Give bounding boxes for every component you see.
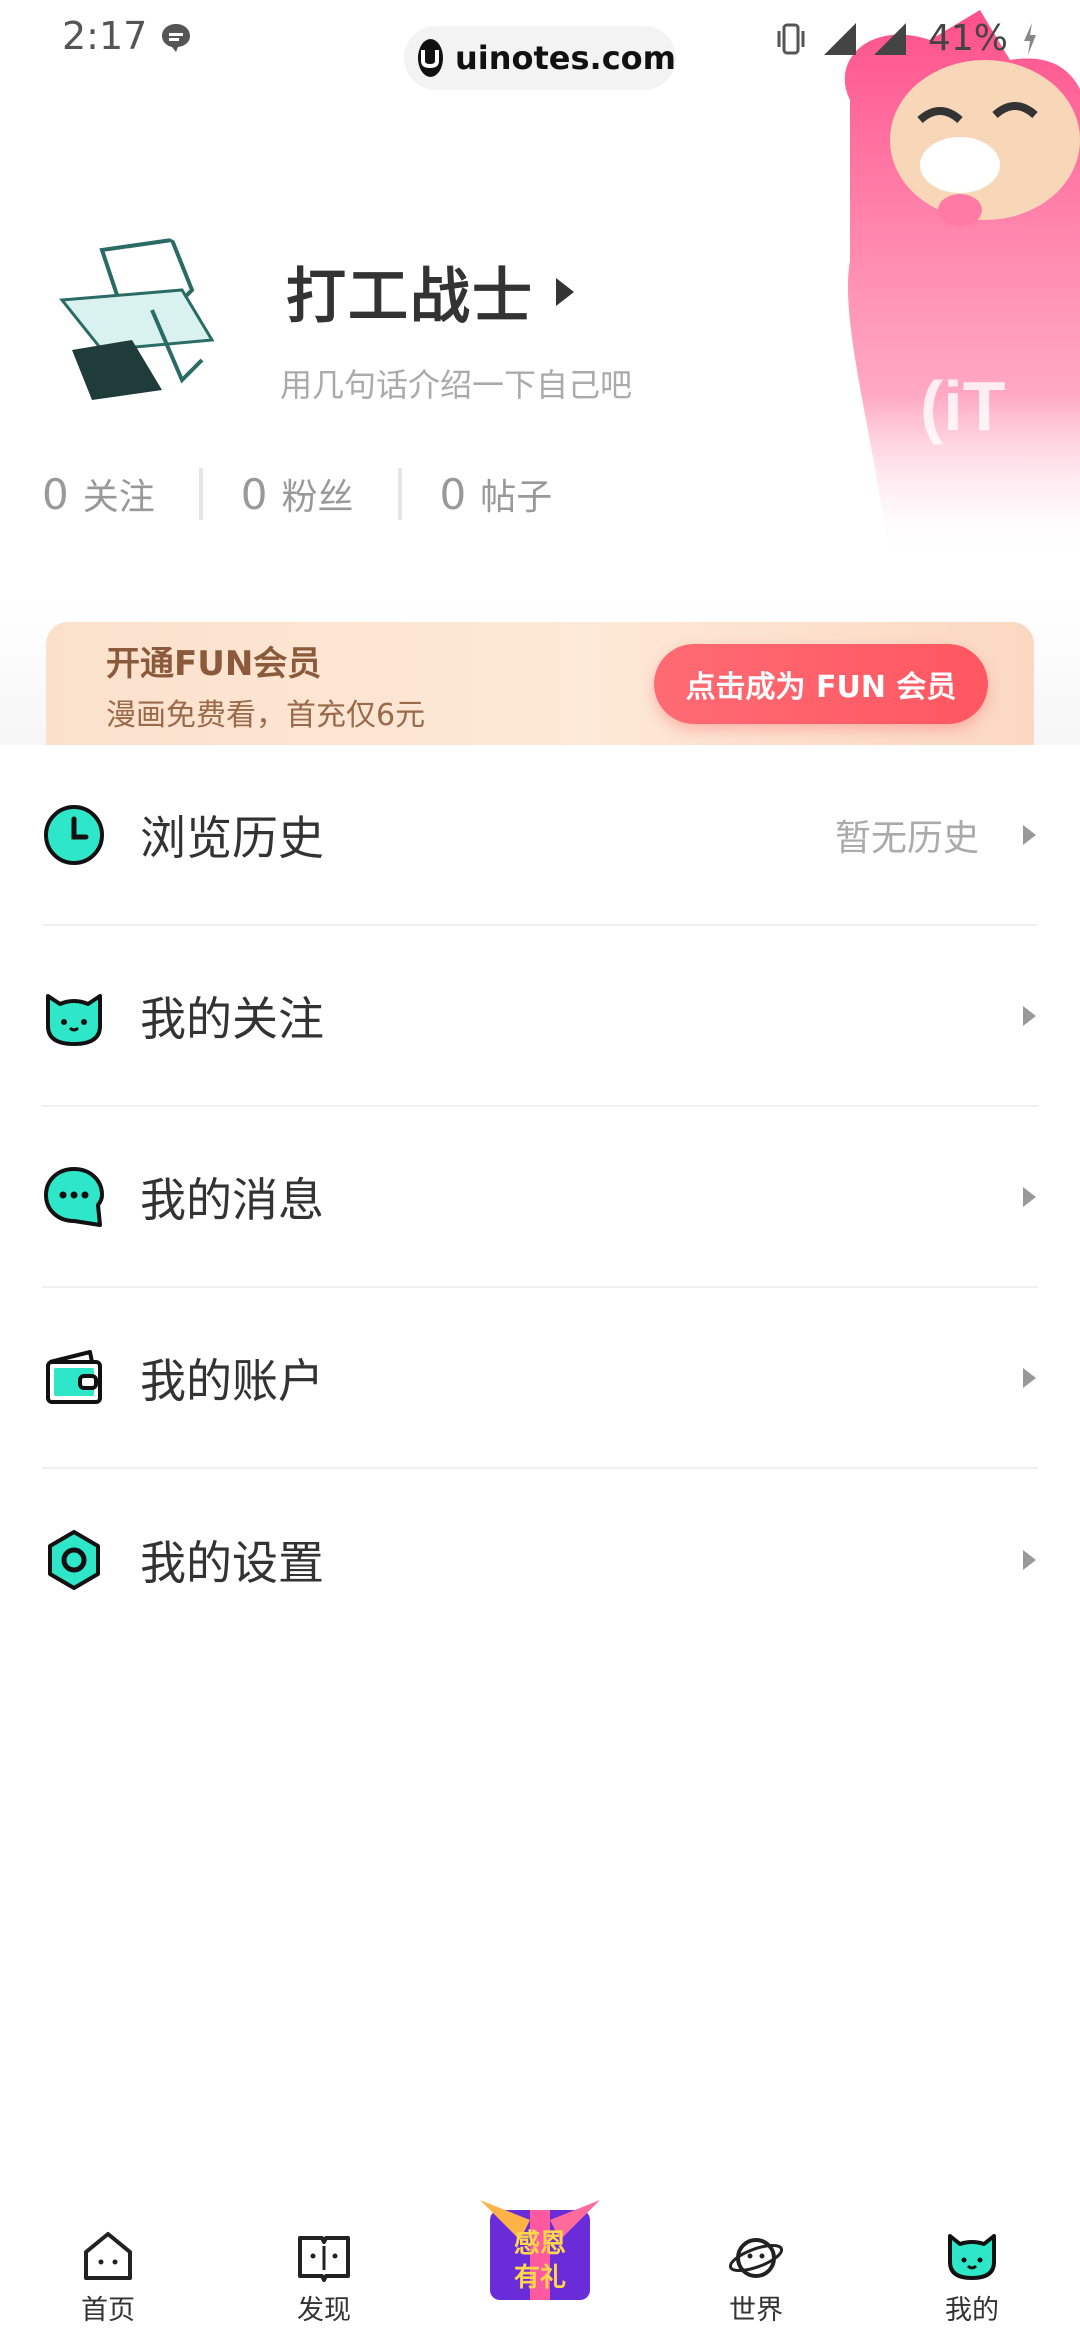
vip-title: 开通FUN会员: [106, 644, 322, 684]
stat-divider: [397, 468, 402, 520]
chevron-right-icon: [1023, 1549, 1036, 1570]
promo-text-line1: 感恩: [514, 2228, 566, 2258]
nav-tab-home[interactable]: 首页: [0, 2200, 216, 2340]
stat-following-label: 关注: [82, 477, 155, 518]
vibrate-icon: [777, 23, 805, 54]
vip-subtitle: 漫画免费看，首充仅6元: [106, 698, 426, 733]
chevron-right-icon: [1023, 1005, 1036, 1026]
menu-list: 浏览历史 暂无历史 我的关注 我的消息 我的账户 我的设置: [0, 745, 1080, 1650]
charging-icon: [1024, 22, 1036, 55]
stat-divider: [198, 468, 203, 520]
profile-stats: 0 关注 0 粉丝 0 帖子: [42, 468, 552, 520]
stat-following-count: 0: [42, 470, 69, 519]
menu-item-settings[interactable]: 我的设置: [42, 1469, 1038, 1650]
menu-item-messages[interactable]: 我的消息: [42, 1107, 1038, 1288]
menu-item-history[interactable]: 浏览历史 暂无历史: [42, 745, 1038, 926]
status-time: 2:17: [62, 14, 148, 58]
url-text: uinotes.com: [454, 39, 676, 77]
stat-posts-label: 帖子: [480, 477, 553, 518]
nav-promo-gift[interactable]: 感恩 有礼: [432, 2200, 648, 2340]
stat-fans[interactable]: 0 粉丝: [241, 468, 354, 520]
nav-label-me: 我的: [945, 2295, 999, 2326]
signal-icon: [873, 22, 906, 55]
wallet-icon: [46, 1349, 102, 1404]
bio-text[interactable]: 用几句话介绍一下自己吧: [280, 360, 632, 406]
svg-text:(iT: (iT: [920, 367, 1006, 445]
hexagon-settings-icon: [48, 1529, 100, 1590]
chevron-right-icon: [1023, 1186, 1036, 1207]
stat-posts-count: 0: [439, 470, 467, 519]
chevron-right-icon: [1023, 1367, 1036, 1388]
menu-label-following: 我的关注: [140, 991, 324, 1046]
menu-label-messages: 我的消息: [140, 1172, 324, 1227]
profile-header: (iT 打工战士 用几句话介绍一下自己吧 0 关注 0 粉丝 0 帖子 开通FU…: [0, 0, 1080, 746]
avatar-image: [42, 230, 222, 410]
signal-4g-icon: [823, 22, 856, 55]
menu-item-following[interactable]: 我的关注: [42, 926, 1038, 1107]
stat-fans-count: 0: [240, 470, 268, 519]
clock-icon: [44, 804, 104, 865]
cat-face-icon: [46, 993, 102, 1046]
caret-right-icon: [556, 277, 574, 306]
promo-text-line2: 有礼: [514, 2262, 566, 2292]
username: 打工战士: [286, 262, 534, 332]
chat-bubble-icon: [44, 1166, 104, 1227]
profile-cat-icon: [948, 2234, 996, 2280]
menu-hint-history: 暂无历史: [834, 817, 979, 859]
planet-icon: [728, 2238, 784, 2278]
menu-label-settings: 我的设置: [140, 1535, 324, 1590]
avatar[interactable]: [42, 230, 222, 410]
stat-fans-label: 粉丝: [281, 477, 354, 518]
book-icon: [298, 2236, 350, 2282]
status-bar: 2:17 uinotes.com 41%: [0, 0, 1080, 90]
nav-label-discover: 发现: [297, 2295, 351, 2326]
mascot-illustration: (iT: [844, 10, 1080, 560]
nav-tab-me[interactable]: 我的: [864, 2200, 1080, 2340]
promo-gift-icon: 感恩 有礼: [480, 2200, 600, 2300]
home-icon: [84, 2232, 132, 2280]
chevron-right-icon: [1023, 824, 1036, 845]
stat-posts[interactable]: 0 帖子: [440, 468, 553, 520]
vip-banner[interactable]: 开通FUN会员 漫画免费看，首充仅6元 点击成为 FUN 会员: [46, 622, 1034, 746]
menu-label-history: 浏览历史: [140, 810, 324, 865]
battery-percent: 41%: [927, 18, 1008, 59]
nav-label-world: 世界: [729, 2295, 783, 2326]
menu-label-account: 我的账户: [140, 1353, 324, 1408]
bottom-nav: 首页 发现 感恩 有礼 世界 我的: [0, 2200, 1080, 2340]
username-row[interactable]: 打工战士: [286, 248, 574, 335]
nav-tab-discover[interactable]: 发现: [216, 2200, 432, 2340]
status-right: 41%: [776, 18, 1040, 59]
menu-item-account[interactable]: 我的账户: [42, 1288, 1038, 1469]
message-notification-icon: [162, 24, 190, 52]
stat-following[interactable]: 0 关注: [42, 468, 155, 520]
url-watermark: uinotes.com: [404, 26, 676, 90]
uinotes-logo-icon: [418, 39, 443, 77]
nav-tab-world[interactable]: 世界: [648, 2200, 864, 2340]
nav-label-home: 首页: [81, 2295, 135, 2326]
vip-join-button[interactable]: 点击成为 FUN 会员: [654, 644, 988, 724]
